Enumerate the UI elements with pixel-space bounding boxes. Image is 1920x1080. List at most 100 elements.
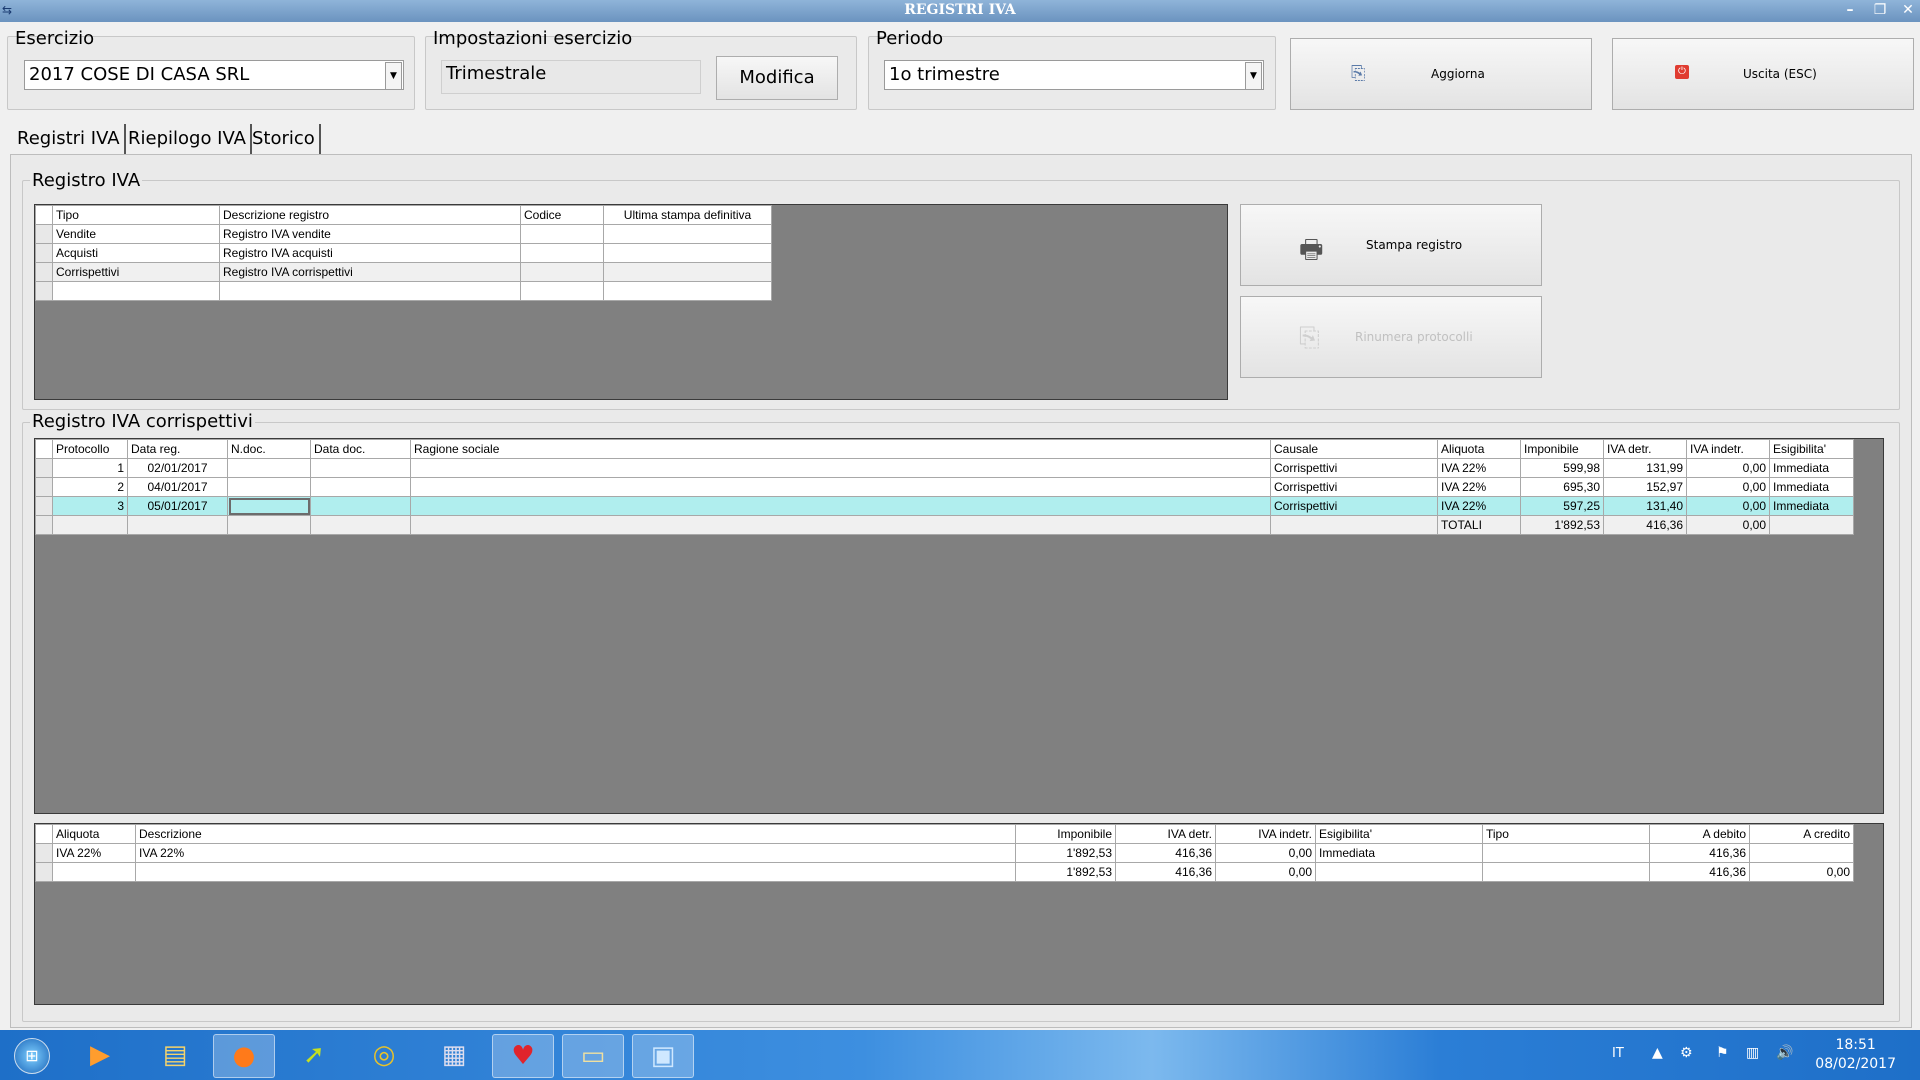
action-center-flag-icon[interactable]: ⚑ bbox=[1716, 1045, 1729, 1061]
row-selector[interactable] bbox=[35, 477, 53, 497]
tab-registri-iva[interactable]: Registri IVA bbox=[13, 124, 126, 154]
firefox-icon[interactable]: ● bbox=[213, 1034, 275, 1078]
cell-protocollo[interactable]: 1 bbox=[52, 458, 128, 478]
uscita-button[interactable]: ⏻ Uscita (ESC) bbox=[1612, 38, 1914, 110]
image-viewer-icon[interactable]: ▣ bbox=[632, 1034, 694, 1078]
chevron-down-icon[interactable]: ▼ bbox=[1245, 62, 1262, 90]
cell-a-credito[interactable] bbox=[1749, 843, 1854, 863]
column-header[interactable]: Imponibile bbox=[1015, 824, 1116, 844]
esercizio-select[interactable]: 2017 COSE DI CASA SRL ▼ bbox=[24, 60, 404, 90]
row-selector[interactable] bbox=[35, 281, 53, 301]
cell-tipo[interactable]: Acquisti bbox=[52, 243, 220, 263]
cell-data-doc[interactable] bbox=[310, 477, 411, 497]
cell-esigibilita[interactable]: Immediata bbox=[1769, 496, 1854, 516]
cell-ndoc[interactable] bbox=[227, 477, 311, 497]
cell-iva-detr[interactable]: 416,36 bbox=[1115, 843, 1216, 863]
column-header[interactable]: Tipo bbox=[1482, 824, 1650, 844]
column-header[interactable]: Descrizione registro bbox=[219, 205, 521, 225]
column-header[interactable]: IVA indetr. bbox=[1215, 824, 1316, 844]
cell-iva-indetr[interactable]: 0,00 bbox=[1215, 843, 1316, 863]
cell-iva-detr[interactable]: 152,97 bbox=[1603, 477, 1687, 497]
table-row-selected[interactable]: 3 05/01/2017 Corrispettivi IVA 22% 597,2… bbox=[35, 496, 1854, 516]
cell-tipo[interactable]: Vendite bbox=[52, 224, 220, 244]
cell-descrizione[interactable] bbox=[219, 281, 521, 301]
column-header[interactable]: IVA detr. bbox=[1603, 439, 1687, 459]
column-header[interactable]: Ragione sociale bbox=[410, 439, 1271, 459]
clock[interactable]: 18:51 08/02/2017 bbox=[1815, 1036, 1896, 1074]
cell-imponibile[interactable]: 1'892,53 bbox=[1015, 843, 1116, 863]
cell-codice[interactable] bbox=[520, 281, 604, 301]
row-selector[interactable] bbox=[35, 843, 53, 863]
app-arrow-icon[interactable]: ➚ bbox=[284, 1034, 344, 1076]
cell-iva-indetr[interactable]: 0,00 bbox=[1686, 458, 1770, 478]
column-header[interactable]: Aliquota bbox=[52, 824, 136, 844]
tab-storico[interactable]: Storico bbox=[248, 124, 321, 154]
row-selector[interactable] bbox=[35, 515, 53, 535]
column-header[interactable]: Imponibile bbox=[1520, 439, 1604, 459]
cell-protocollo[interactable]: 3 bbox=[52, 496, 128, 516]
table-row[interactable]: Corrispettivi Registro IVA corrispettivi bbox=[35, 262, 772, 282]
column-header[interactable]: Esigibilita' bbox=[1315, 824, 1483, 844]
cell-esigibilita[interactable]: Immediata bbox=[1769, 477, 1854, 497]
chevron-down-icon[interactable]: ▼ bbox=[385, 62, 402, 90]
column-header[interactable]: Data doc. bbox=[310, 439, 411, 459]
cell-tipo[interactable] bbox=[52, 281, 220, 301]
column-header[interactable]: A credito bbox=[1749, 824, 1854, 844]
cell-iva-detr[interactable]: 131,99 bbox=[1603, 458, 1687, 478]
cell-iva-detr[interactable]: 131,40 bbox=[1603, 496, 1687, 516]
cell-imponibile[interactable]: 599,98 bbox=[1520, 458, 1604, 478]
cell-aliquota[interactable]: IVA 22% bbox=[1437, 477, 1521, 497]
minimize-icon[interactable]: – bbox=[1836, 0, 1864, 20]
cell-a-debito[interactable]: 416,36 bbox=[1649, 843, 1750, 863]
row-selector[interactable] bbox=[35, 862, 53, 882]
calculator-icon[interactable]: ▦ bbox=[424, 1034, 484, 1076]
row-selector[interactable] bbox=[35, 243, 53, 263]
cell-data-reg[interactable]: 04/01/2017 bbox=[127, 477, 228, 497]
cell-descrizione[interactable]: IVA 22% bbox=[135, 843, 1016, 863]
column-header[interactable]: Tipo bbox=[52, 205, 220, 225]
rinumera-protocolli-button[interactable]: ⎘ Rinumera protocolli bbox=[1240, 296, 1542, 378]
cell-ndoc[interactable] bbox=[227, 458, 311, 478]
cell-codice[interactable] bbox=[520, 262, 604, 282]
table-row[interactable]: IVA 22% IVA 22% 1'892,53 416,36 0,00 Imm… bbox=[35, 843, 1854, 863]
strawberry-app-icon[interactable]: ♥ bbox=[492, 1034, 554, 1078]
cell-aliquota[interactable]: IVA 22% bbox=[1437, 458, 1521, 478]
cell-iva-indetr[interactable]: 0,00 bbox=[1686, 477, 1770, 497]
cell-data-doc[interactable] bbox=[310, 458, 411, 478]
cell-ragione-sociale[interactable] bbox=[410, 477, 1271, 497]
column-header[interactable]: Esigibilita' bbox=[1769, 439, 1854, 459]
column-header[interactable]: N.doc. bbox=[227, 439, 311, 459]
cell-protocollo[interactable]: 2 bbox=[52, 477, 128, 497]
cell-ultima-stampa[interactable] bbox=[603, 262, 772, 282]
column-header[interactable]: Codice bbox=[520, 205, 604, 225]
cell-codice[interactable] bbox=[520, 243, 604, 263]
start-orb-icon[interactable]: ⊞ bbox=[2, 1034, 62, 1076]
column-header[interactable]: Causale bbox=[1270, 439, 1438, 459]
row-selector[interactable] bbox=[35, 262, 53, 282]
cell-imponibile[interactable]: 597,25 bbox=[1520, 496, 1604, 516]
cell-data-reg[interactable]: 05/01/2017 bbox=[127, 496, 228, 516]
cell-ultima-stampa[interactable] bbox=[603, 243, 772, 263]
column-header[interactable]: Ultima stampa definitiva bbox=[603, 205, 772, 225]
cell-tipo[interactable] bbox=[1482, 843, 1650, 863]
row-selector[interactable] bbox=[35, 458, 53, 478]
column-header[interactable]: A debito bbox=[1649, 824, 1750, 844]
restore-icon[interactable]: ❐ bbox=[1866, 0, 1894, 20]
cell-descrizione[interactable]: Registro IVA acquisti bbox=[219, 243, 521, 263]
modifica-button[interactable]: Modifica bbox=[716, 56, 838, 100]
cell-esigibilita[interactable]: Immediata bbox=[1315, 843, 1483, 863]
table-row[interactable]: 2 04/01/2017 Corrispettivi IVA 22% 695,3… bbox=[35, 477, 1854, 497]
cell-causale[interactable]: Corrispettivi bbox=[1270, 496, 1438, 516]
cell-causale[interactable]: Corrispettivi bbox=[1270, 458, 1438, 478]
file-explorer-icon[interactable]: ▤ bbox=[145, 1034, 205, 1076]
cell-ndoc-focused[interactable] bbox=[227, 496, 311, 516]
table-row[interactable] bbox=[35, 281, 772, 301]
cell-data-reg[interactable]: 02/01/2017 bbox=[127, 458, 228, 478]
window-app-icon[interactable]: ▭ bbox=[562, 1034, 624, 1078]
column-header[interactable]: IVA indetr. bbox=[1686, 439, 1770, 459]
tab-riepilogo-iva[interactable]: Riepilogo IVA bbox=[124, 124, 252, 154]
cell-causale[interactable]: Corrispettivi bbox=[1270, 477, 1438, 497]
chrome-icon[interactable]: ◎ bbox=[354, 1034, 414, 1076]
tray-app-icon[interactable]: ⚙ bbox=[1680, 1045, 1693, 1061]
cell-tipo[interactable]: Corrispettivi bbox=[52, 262, 220, 282]
